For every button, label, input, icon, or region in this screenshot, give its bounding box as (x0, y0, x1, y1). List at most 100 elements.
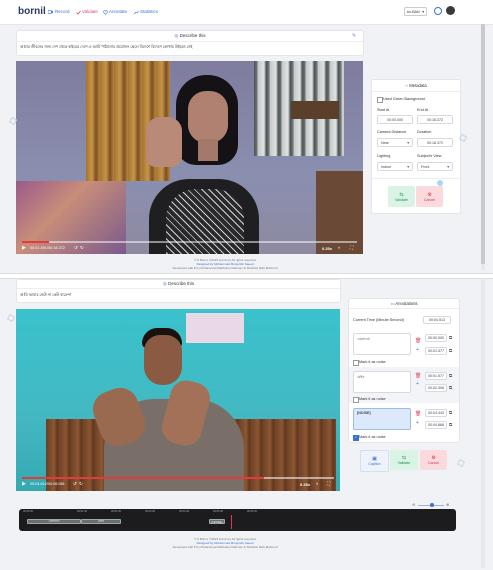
duration-value: 00:18.372 (427, 140, 443, 145)
copy-icon[interactable]: ⧉ (449, 348, 452, 353)
rewind-icon[interactable]: ↺ (73, 481, 77, 487)
annotation-end-3[interactable]: 00:04.868 (425, 421, 447, 429)
validate-label-bottom: Validate (397, 461, 411, 465)
timeline-segment[interactable]: এমলানো (27, 519, 81, 524)
nav-validate[interactable]: Validate (82, 9, 98, 14)
play-icon[interactable]: ▶ (22, 245, 26, 251)
zoom-slider[interactable]: ⊖ ⊕ (412, 502, 450, 507)
timeline-ticks: 00:00.00 00:01.00 00:02.00 00:03.00 00:0… (19, 509, 456, 515)
bottom-scrollbar[interactable] (481, 278, 485, 568)
timeline[interactable]: 00:00.00 00:01.00 00:02.00 00:03.00 00:0… (19, 509, 456, 531)
annotation-end-value: 00:04.868 (428, 423, 444, 427)
zoom-thumb[interactable] (430, 503, 434, 507)
play-icon[interactable]: ▶ (22, 481, 26, 487)
nav-annotate[interactable]: Annotate (109, 9, 127, 14)
copy-icon[interactable]: ⧉ (449, 410, 452, 415)
annotations-icon: ▭ (390, 301, 395, 306)
noise-checkbox-3[interactable]: ✓ (353, 435, 359, 441)
annotation-end-2[interactable]: 00:02.306 (425, 384, 447, 392)
annotation-text-3[interactable]: [NOISE] (353, 408, 411, 430)
annotation-start-2[interactable]: 00:01.577 (425, 372, 447, 380)
view-select[interactable]: Front ▾ (417, 162, 453, 171)
annotation-end-1[interactable]: 00:01.577 (425, 347, 447, 355)
annotation-text-2[interactable]: মেইন (353, 371, 411, 393)
forward-icon[interactable]: ↻ (80, 245, 84, 251)
video-player-bottom[interactable]: ▶ 00:04.612/00:06.981 ↺ ↻ 0.25x ◐ ⛶ (16, 309, 340, 491)
delete-icon[interactable]: 🗑 (415, 411, 421, 417)
fullscreen-icon[interactable]: ⛶ (327, 481, 330, 486)
scrollbar-thumb[interactable] (481, 24, 485, 264)
language-value: bn-BAN (407, 9, 420, 14)
noise-checkbox-2[interactable] (353, 397, 359, 403)
start-label: Start At (377, 108, 390, 112)
speed-value-bottom[interactable]: 0.25x (300, 482, 310, 487)
green-bg-checkbox[interactable] (377, 97, 383, 103)
distance-value: Near (381, 140, 389, 145)
copy-icon[interactable]: ⧉ (449, 385, 452, 390)
volume-icon[interactable]: ◐ (316, 481, 319, 486)
user-icon[interactable] (434, 7, 442, 15)
video-time-bottom: 00:04.612/00:06.981 (30, 482, 65, 486)
edit-icon[interactable]: ✎ (352, 33, 356, 39)
video-progress-track[interactable] (22, 241, 357, 243)
zoom-out-icon[interactable]: ⊖ (412, 502, 415, 507)
noise-label-2: Mark it as noise (359, 396, 386, 401)
video-progress-fill-bottom (22, 477, 264, 479)
annotation-end-value: 00:02.306 (428, 386, 444, 390)
timeline-segment-label: এমলানো (48, 518, 60, 523)
end-value: 00:18.372 (427, 117, 443, 122)
duration-input[interactable]: 00:18.372 (417, 138, 453, 147)
validate-button[interactable]: ⇆ Validate (388, 186, 415, 207)
speed-value[interactable]: 0.25x (322, 246, 332, 251)
view-label: Subject's View (417, 154, 442, 158)
timeline-segment[interactable]: [NOISE] (209, 519, 225, 524)
top-footer: © 5 Bornil, ©2023 bornil.ai | All rights… (150, 258, 300, 270)
validate-button-bottom[interactable]: ⇆ Validate (390, 450, 418, 470)
language-select[interactable]: bn-BAN ▾ (404, 7, 427, 16)
chart-icon (134, 10, 139, 15)
timeline-segment[interactable]: মেইন (81, 519, 121, 524)
logo[interactable]: bornil (18, 6, 46, 17)
video-person-face-bottom (144, 335, 182, 385)
copy-icon[interactable]: ⧉ (449, 335, 452, 340)
fullscreen-icon[interactable]: ⛶ (350, 245, 353, 250)
copy-icon[interactable]: ⧉ (449, 422, 452, 427)
delete-icon[interactable]: 🗑 (415, 338, 421, 344)
annotation-start-3[interactable]: 00:04.443 (425, 409, 447, 417)
green-bg-label: Used Green Background (383, 96, 425, 101)
video-player[interactable]: ▶ 00:01.491/00:18.372 ↺ ↻ 0.25x ◐ ⛶ (16, 61, 363, 254)
annotations-divider (349, 308, 459, 309)
annotation-start-1[interactable]: 00:00.000 (425, 334, 447, 342)
avatar[interactable] (446, 6, 455, 15)
validate-label: Validate (395, 197, 408, 202)
lighting-select[interactable]: Indoor ▾ (377, 162, 413, 171)
cancel-button-bottom[interactable]: ⊗ Cancel (420, 450, 447, 470)
volume-icon[interactable]: ◐ (338, 245, 341, 250)
add-icon[interactable]: + (416, 347, 419, 353)
lighting-value: Indoor (381, 164, 392, 169)
end-input[interactable]: 00:18.372 (417, 115, 453, 124)
nav-statistics[interactable]: Statistics (140, 9, 158, 14)
distance-select[interactable]: Near ▾ (377, 138, 413, 147)
zoom-in-icon[interactable]: ⊕ (446, 502, 449, 507)
decor-dot (6, 313, 16, 323)
add-icon[interactable]: + (416, 420, 419, 426)
add-icon[interactable]: + (416, 381, 419, 387)
rewind-icon[interactable]: ↺ (74, 245, 78, 251)
nav-record[interactable]: Record (55, 9, 70, 14)
cancel-button[interactable]: ⊗ Cancel (416, 186, 443, 207)
distance-label: Camera Distance (377, 130, 407, 134)
describe-card: ◎ Describe this ✎ আমার জীবনের জন্য দেশ থ… (16, 30, 364, 56)
metadata-header: ‹› Metadata (372, 83, 460, 88)
forward-icon[interactable]: ↻ (79, 481, 83, 487)
delete-icon[interactable]: 🗑 (415, 373, 421, 379)
copy-icon[interactable]: ⧉ (449, 373, 452, 378)
describe-icon: ◎ (162, 281, 167, 286)
start-input[interactable]: 00:00.000 (377, 115, 413, 124)
describe-header-bottom: ◎ Describe this (17, 281, 340, 287)
timeline-playhead[interactable] (231, 515, 232, 529)
noise-checkbox-1[interactable] (353, 360, 359, 366)
current-time-input[interactable]: 00:04.513 (423, 316, 451, 324)
caption-button[interactable]: ▣ Caption (360, 450, 389, 472)
annotation-text-1[interactable]: এমলানো (353, 333, 411, 355)
